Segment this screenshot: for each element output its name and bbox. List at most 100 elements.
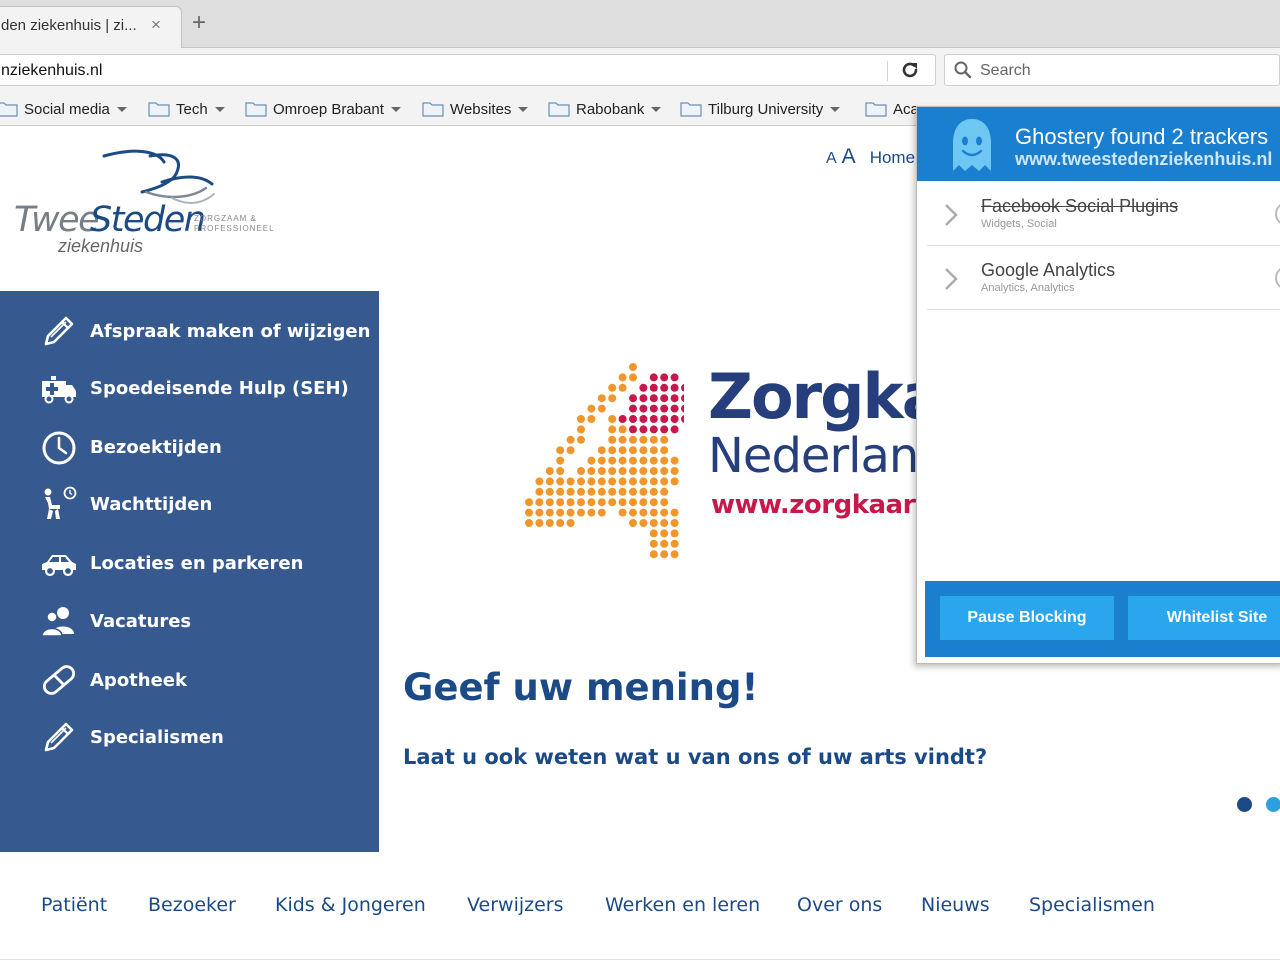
logo-tagline-line-2: PROFESSIONEEL [194,224,275,233]
menu-item-bezoektijden[interactable]: Bezoektijden [38,425,222,469]
map-dot [649,487,658,496]
tab-close-icon[interactable]: × [151,15,161,35]
map-dot [597,394,606,403]
tracker-category: Analytics, Analytics [981,282,1075,294]
map-dot [660,404,669,413]
map-dot [639,467,648,475]
menu-item-vacatures[interactable]: Vacatures [38,599,191,643]
chevron-down-icon [651,106,662,112]
map-dot [639,446,648,455]
map-dot [660,529,669,538]
chevron-down-icon [830,106,841,112]
tracker-row[interactable]: Google Analytics Analytics, Analytics [927,246,1280,310]
ghost-icon [953,119,991,171]
nav-bezoeker[interactable]: Bezoeker [148,894,236,916]
map-dot [670,404,679,413]
slider-dot-2[interactable] [1266,797,1280,812]
map-dot [629,425,637,434]
map-dot [608,498,617,507]
map-dot [681,394,684,403]
clock-icon [42,431,76,465]
bookmark-folder-omroep-brabant[interactable]: Omroep Brabant [245,98,401,120]
map-dot [597,446,606,455]
map-dot [660,425,669,434]
zorgkaart-map-logo[interactable] [524,362,684,562]
zorgkaart-url[interactable]: www.zorgkaartn [711,490,945,520]
menu-item-seh[interactable]: Spoedeisende Hulp (SEH) [38,366,349,410]
nav-werken-leren[interactable]: Werken en leren [605,894,760,916]
home-link[interactable]: Home [870,148,915,168]
map-dot [618,425,627,434]
map-dot [639,498,648,507]
map-dot [670,477,679,486]
map-dot [566,435,575,444]
map-dot [639,435,648,444]
font-size-small-button[interactable]: A [826,150,837,168]
bookmark-folder-social-media[interactable]: Social media [0,98,127,120]
chevron-right-icon[interactable] [943,202,959,228]
map-dot [670,519,679,527]
tracker-row[interactable]: Facebook Social Plugins Widgets, Social [927,182,1280,246]
menu-label: Vacatures [90,610,192,632]
tracker-name: Facebook Social Plugins [981,196,1179,216]
chevron-right-icon[interactable] [943,266,959,292]
search-icon [954,61,972,79]
whitelist-site-button[interactable]: Whitelist Site [1127,595,1280,641]
banner-headline: Geef uw mening! [403,666,759,709]
address-bar[interactable]: nziekenhuis.nl [0,54,936,86]
map-dot [618,383,627,392]
reload-icon[interactable] [899,59,921,81]
folder-icon [548,102,570,117]
map-dot [649,404,658,413]
pause-blocking-button[interactable]: Pause Blocking [939,595,1115,641]
map-dot [681,383,684,392]
nav-over-ons[interactable]: Over ons [797,894,882,916]
font-size-large-button[interactable]: A [842,145,856,169]
bookmark-folder-tech[interactable]: Tech [148,98,225,120]
map-dot [660,383,669,392]
folder-icon [680,102,702,117]
map-dot [597,477,606,486]
slider-dot-1[interactable] [1237,797,1252,812]
map-dot [670,508,679,517]
bookmark-label: Websites [450,100,512,118]
nav-verwijzers[interactable]: Verwijzers [467,894,564,916]
map-dot [629,456,637,465]
new-tab-button[interactable]: + [192,10,206,36]
map-dot [649,550,658,559]
banner-subline[interactable]: Laat u ook weten wat u van ons of uw art… [403,745,987,769]
map-dot [597,404,606,413]
map-dot [639,415,648,423]
nav-kids-jongeren[interactable]: Kids & Jongeren [275,894,426,916]
menu-item-locaties[interactable]: Locaties en parkeren [38,541,303,585]
menu-item-apotheek[interactable]: Apotheek [38,658,187,702]
menu-item-afspraak[interactable]: Afspraak maken of wijzigen [38,309,370,353]
menu-item-specialismen[interactable]: Specialismen [38,715,224,759]
map-dot [577,415,585,423]
map-dot [618,498,627,507]
map-dot [525,508,533,517]
bookmark-folder-websites[interactable]: Websites [422,98,529,120]
search-bar[interactable]: Search [944,54,1280,86]
menu-item-wachttijden[interactable]: Wachttijden [38,482,212,526]
bookmark-folder-tilburg-university[interactable]: Tilburg University [680,98,841,120]
nav-patient[interactable]: Patiënt [41,894,107,916]
nav-nieuws[interactable]: Nieuws [921,894,990,916]
site-logo[interactable]: Twee Steden ZORGZAAM & PROFESSIONEEL zie… [10,148,275,258]
map-dot [618,487,627,496]
logo-text-steden: Steden [90,200,206,240]
tracker-block-toggle[interactable] [1275,266,1280,290]
nav-specialismen[interactable]: Specialismen [1029,894,1155,916]
map-dot [597,467,606,475]
tracker-block-toggle[interactable] [1275,202,1280,226]
map-dot [660,467,669,475]
bookmark-folder-aca[interactable]: Aca [865,98,919,120]
map-dot [535,508,544,517]
map-dot [649,508,658,517]
browser-tab[interactable]: den ziekenhuis | zi... × [0,6,182,48]
map-dot [618,508,627,517]
bookmark-folder-rabobank[interactable]: Rabobank [548,98,662,120]
menu-label: Wachttijden [90,493,213,515]
url-text[interactable]: nziekenhuis.nl [1,62,102,80]
map-dot [649,539,658,548]
